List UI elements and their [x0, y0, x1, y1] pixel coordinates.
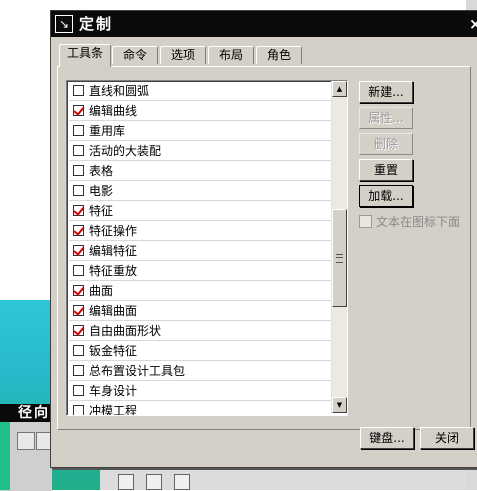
toolbar-checkbox[interactable]: [73, 145, 84, 156]
toolbar-item-label: 曲面: [89, 284, 114, 298]
scroll-up-arrow-icon[interactable]: ▲: [332, 81, 347, 97]
tab-commands[interactable]: 命令: [112, 46, 158, 64]
toolbar-checkbox[interactable]: [73, 405, 84, 415]
toolbar-item-label: 编辑特征: [89, 244, 138, 258]
toolbar-item-label: 特征重放: [89, 264, 138, 278]
panel-accent-strip: [0, 422, 10, 490]
toolbar-item-label: 直线和圆弧: [89, 84, 150, 98]
toolbar-item-label: 车身设计: [89, 384, 138, 398]
toolbar-item-label: 冲模工程: [89, 404, 138, 416]
new-button[interactable]: 新建...: [359, 81, 413, 103]
toolbar-checkbox[interactable]: [73, 125, 84, 136]
toolbar-checkbox[interactable]: [73, 265, 84, 276]
text-below-icon-label: 文本在图标下面: [376, 215, 461, 229]
list-item[interactable]: 编辑曲线: [69, 102, 331, 121]
toolbar-item-label: 电影: [89, 184, 114, 198]
list-item[interactable]: 总布置设计工具包: [69, 362, 331, 381]
toolbar-item-label: 活动的大装配: [89, 144, 162, 158]
list-item[interactable]: 特征重放: [69, 262, 331, 281]
tab-toolbars[interactable]: 工具条: [59, 44, 111, 67]
tab-roles[interactable]: 角色: [256, 46, 302, 64]
scroll-down-arrow-icon[interactable]: ▼: [332, 397, 347, 413]
toolbar-item-label: 表格: [89, 164, 114, 178]
toolbar-checkbox[interactable]: [73, 365, 84, 376]
list-item[interactable]: 活动的大装配: [69, 142, 331, 161]
delete-button[interactable]: 删除: [359, 133, 413, 155]
text-below-icon-option[interactable]: 文本在图标下面: [359, 213, 474, 231]
toolbar-item-label: 总布置设计工具包: [89, 364, 186, 378]
close-icon[interactable]: ×: [469, 14, 477, 34]
toolbar-checkbox[interactable]: [73, 245, 84, 256]
list-item[interactable]: 电影: [69, 182, 331, 201]
list-item[interactable]: 重用库: [69, 122, 331, 141]
text-below-icon-checkbox[interactable]: [359, 215, 372, 228]
scrollbar-thumb[interactable]: [332, 209, 347, 307]
load-button[interactable]: 加载...: [359, 185, 413, 207]
toolbar-item-label: 自由曲面形状: [89, 324, 162, 338]
list-item[interactable]: 曲面: [69, 282, 331, 301]
list-item[interactable]: 特征: [69, 202, 331, 221]
toolbar-checkbox[interactable]: [73, 385, 84, 396]
panel-tool-icon[interactable]: [17, 432, 35, 450]
list-item[interactable]: 特征操作: [69, 222, 331, 241]
toolbar-tool-icon[interactable]: [174, 474, 190, 490]
toolbar-list[interactable]: 直线和圆弧编辑曲线重用库活动的大装配 表格电影特征特征操作编辑特征特征重放曲面编辑…: [66, 80, 348, 416]
list-item[interactable]: 编辑特征: [69, 242, 331, 261]
tab-options[interactable]: 选项: [160, 46, 206, 64]
tab-layout[interactable]: 布局: [208, 46, 254, 64]
toolbar-item-label: 特征: [89, 204, 114, 218]
close-button[interactable]: 关闭: [420, 427, 474, 449]
toolbar-item-label: 特征操作: [89, 224, 138, 238]
list-scrollbar[interactable]: ▲ ▼: [331, 81, 347, 413]
toolbar-checkbox[interactable]: [73, 225, 84, 236]
dialog-app-icon: ↘: [55, 15, 73, 33]
list-item[interactable]: 钣金特征: [69, 342, 331, 361]
toolbar-checkbox[interactable]: [73, 285, 84, 296]
toolbar-tool-icon[interactable]: [146, 474, 162, 490]
toolbar-checkbox[interactable]: [73, 185, 84, 196]
dialog-titlebar[interactable]: ↘ 定制 ×: [51, 11, 477, 37]
toolbar-item-label: 编辑曲线: [89, 104, 138, 118]
list-item[interactable]: 直线和圆弧: [69, 82, 331, 101]
toolbar-checkbox[interactable]: [73, 305, 84, 316]
toolbar-checkbox[interactable]: [73, 345, 84, 356]
toolbar-item-label: 编辑曲面: [89, 304, 138, 318]
list-item[interactable]: 车身设计: [69, 382, 331, 401]
keyboard-button[interactable]: 键盘...: [360, 427, 414, 449]
radial-panel-title: 径向: [0, 404, 52, 422]
toolbar-item-label: 钣金特征: [89, 344, 138, 358]
toolbar-checkbox[interactable]: [73, 325, 84, 336]
toolbar-checkbox[interactable]: [73, 85, 84, 96]
list-item[interactable]: 冲模工程: [69, 402, 331, 416]
toolbar-checkbox[interactable]: [73, 105, 84, 116]
dialog-title: 定制: [79, 15, 114, 33]
reset-button[interactable]: 重置: [359, 159, 413, 181]
list-item[interactable]: 自由曲面形状: [69, 322, 331, 341]
list-item[interactable]: 表格: [69, 162, 331, 181]
toolbar-checkbox[interactable]: [73, 165, 84, 176]
list-item[interactable]: 编辑曲面: [69, 302, 331, 321]
toolbar-tool-icon[interactable]: [118, 474, 134, 490]
properties-button[interactable]: 属性...: [359, 107, 413, 129]
toolbar-checkbox[interactable]: [73, 205, 84, 216]
toolbar-item-label: 重用库: [89, 124, 126, 138]
